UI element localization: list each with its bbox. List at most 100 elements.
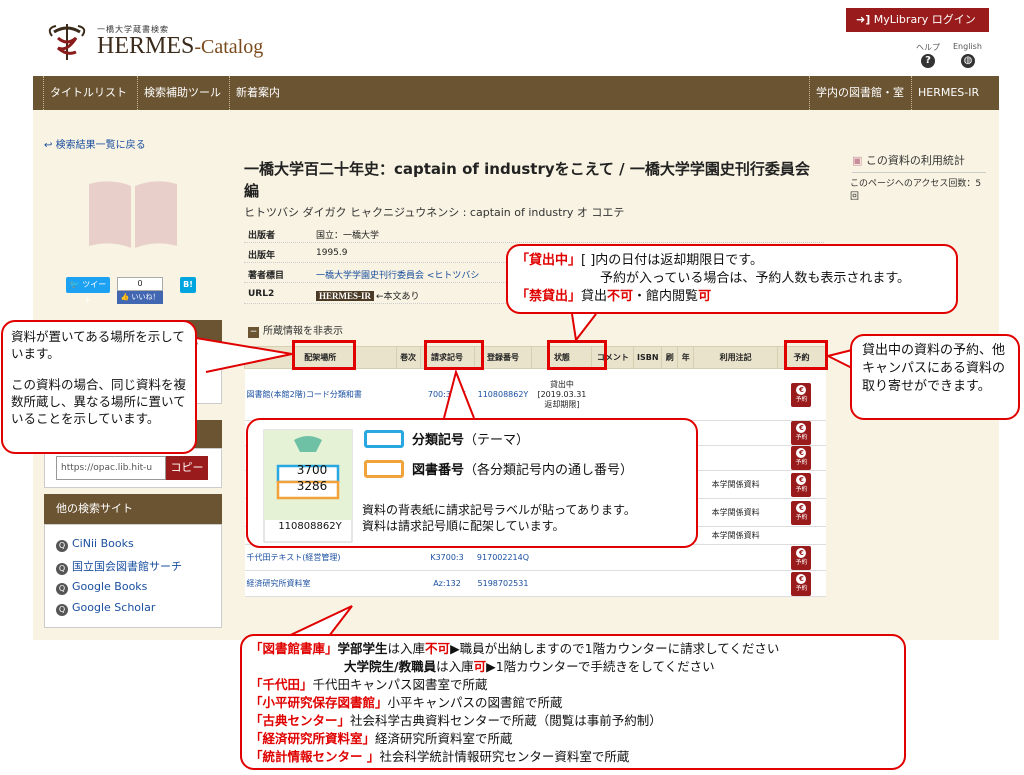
callout-location: 資料が置いてある場所を示しています。 この資料の場合、同じ資料を複数所蔵し、異な… <box>1 320 197 454</box>
cell-usage-note: 本学関係資料 <box>693 470 778 499</box>
cell-reserve: € 予約 <box>777 368 826 421</box>
cell-reserve <box>777 526 826 545</box>
thumbs-up-icon: 👍 <box>120 293 130 301</box>
mylibrary-login-button[interactable]: ➜] MyLibrary ログイン <box>846 8 989 32</box>
reserve-button[interactable]: € 予約 <box>791 545 812 570</box>
col-usage-note: 利用注記 <box>693 346 778 369</box>
cell-year <box>677 544 694 571</box>
cell-usage-note <box>693 570 778 597</box>
reserve-button[interactable]: € 予約 <box>791 446 812 470</box>
record-title-reading: ヒトツバシ ダイガク ヒャクニジュウネンシ : captain of indus… <box>244 206 625 219</box>
cell-usage-note <box>693 445 778 471</box>
other-sites-heading: 他の検索サイト <box>44 494 222 524</box>
cell-printing <box>661 368 678 421</box>
callout-reserve: 貸出中の資料の予約、他キャンパスにある資料の取り寄せができます。 <box>850 334 1020 420</box>
nav-hermes-ir[interactable]: HERMES-IR <box>911 76 985 110</box>
cell-call-number[interactable]: Az:132 <box>420 570 474 597</box>
reserve-button[interactable]: € 予約 <box>791 472 812 497</box>
cell-comment <box>591 544 634 571</box>
cell-location[interactable]: 図書館(本館2階)コード分類和書 <box>244 368 397 421</box>
hermes-ir-badge[interactable]: HERMES-IR <box>316 291 375 301</box>
globe-icon[interactable]: ◍ <box>961 54 975 68</box>
cell-reserve: € 予約 <box>777 570 826 597</box>
main-navigation: タイトルリスト 検索補助ツール 新着案内 学内の図書館・室 HERMES-IR <box>33 76 999 110</box>
permalink-url-field[interactable]: https://opac.lib.hit-u <box>56 456 166 480</box>
google-books-link[interactable]: Q Google Books <box>56 580 147 595</box>
cell-year <box>677 570 694 597</box>
like-count: 0 <box>117 277 163 291</box>
reserve-button[interactable]: € 予約 <box>791 571 812 596</box>
reserve-button[interactable]: € 予約 <box>791 421 812 445</box>
cell-location[interactable]: 千代田テキスト(経営管理) <box>244 544 397 571</box>
cell-usage-note: 本学関係資料 <box>693 498 778 527</box>
col-printing: 刷 <box>661 346 679 369</box>
table-row: 図書館(本館2階)コード分類和書 700:3286 110808862Y 貸出中 [2… <box>244 368 826 421</box>
english-link-label: English <box>953 42 982 51</box>
reserve-icon: € <box>796 384 807 395</box>
usage-stats-heading: ▣ この資料の利用統計 <box>852 152 986 173</box>
cell-usage-note <box>693 420 778 446</box>
nav-search-tools[interactable]: 検索補助ツール <box>137 76 227 110</box>
callout-status: 「貸出中」[ ]内の日付は返却期限日です。 予約が入っている場合は、予約人数も表… <box>506 244 958 314</box>
location-legend-line: 大学院生/教職員は入庫可▶1階カウンターで手続きをしてください <box>344 659 715 674</box>
twitter-icon: 🐦 <box>69 280 80 289</box>
cell-call-number[interactable]: 700:3286 <box>420 368 474 421</box>
col-volume: 巻次 <box>395 346 421 369</box>
cell-volume <box>396 368 421 421</box>
copy-url-button[interactable]: コピー <box>166 456 208 480</box>
cell-call-number[interactable]: K3700:3 <box>420 544 474 571</box>
reserve-button[interactable]: € 予約 <box>791 382 812 407</box>
cell-isbn <box>633 570 662 597</box>
search-icon: Q <box>56 540 68 552</box>
cell-usage-note <box>693 544 778 571</box>
cell-isbn <box>633 544 662 571</box>
google-scholar-link[interactable]: Q Google Scholar <box>56 601 155 616</box>
author-link[interactable]: 一橋大学学園史刊行委員会 <ヒトツバシ <box>316 268 479 281</box>
book-number-legend: 図書番号（各分類記号内の通し番号） <box>364 460 633 480</box>
col-year: 年 <box>677 346 695 369</box>
cell-printing <box>661 570 678 597</box>
callout-call-number: 3700 3286 110808862Y 分類記号（テーマ） 図書番号（各分類記… <box>246 418 698 548</box>
location-legend-line: 「統計情報センター 」社会科学統計情報研究センター資料室で所蔵 <box>250 749 630 764</box>
like-button[interactable]: 👍 いいね！ <box>117 291 163 304</box>
cell-reg-number[interactable]: 917002214Q <box>474 544 532 571</box>
logo-text[interactable]: HERMES-Catalog <box>97 33 263 60</box>
tweet-button[interactable]: 🐦 ツイート <box>66 277 110 305</box>
cell-comment <box>591 368 634 421</box>
cell-reserve: € 予約 <box>777 445 826 471</box>
nav-title-list[interactable]: タイトルリスト <box>43 76 133 110</box>
cell-reserve: € 予約 <box>777 544 826 571</box>
spine-book-number: 3286 <box>296 479 328 493</box>
cell-printing <box>661 544 678 571</box>
holdings-toggle[interactable]: − 所蔵情報を非表示 <box>248 322 343 338</box>
cell-usage-note: 本学関係資料 <box>693 526 778 545</box>
spine-note: 資料の背表紙に請求記号ラベルが貼ってあります。 資料は請求記号順に配架しています… <box>362 503 636 533</box>
cell-reserve: € 予約 <box>777 420 826 446</box>
cell-volume <box>396 544 421 571</box>
help-icon[interactable]: ? <box>921 54 935 68</box>
reserve-icon: € <box>796 474 807 485</box>
cell-reserve: € 予約 <box>777 498 826 527</box>
cell-status <box>531 544 592 571</box>
usage-stats-text: このページへのアクセス回数：5回 <box>850 179 982 202</box>
record-title: 一橋大学百二十年史：captain of industryをこえて / 一橋大学… <box>244 160 810 200</box>
spine-reg-number: 110808862Y <box>278 521 342 532</box>
cell-year <box>677 368 694 421</box>
cell-comment <box>591 570 634 597</box>
cell-reg-number[interactable]: 110808862Y <box>474 368 532 421</box>
ndl-search-link[interactable]: Q 国立国会図書館サーチ <box>56 558 182 575</box>
cell-reg-number[interactable]: 5198702531 <box>474 570 532 597</box>
meta-publisher-row: 出版者 国立：一橋大学 <box>244 224 824 243</box>
nav-libraries[interactable]: 学内の図書館・室 <box>809 76 910 110</box>
highlight-location-header <box>292 340 356 370</box>
cell-location[interactable]: 経済研究所資料室 <box>244 570 397 597</box>
back-arrow-icon: ↩ <box>44 140 53 151</box>
nav-new-arrivals[interactable]: 新着案内 <box>229 76 286 110</box>
reserve-icon: € <box>796 547 807 558</box>
hatena-bookmark-button[interactable]: B! <box>180 277 196 293</box>
cinii-books-link[interactable]: Q CiNii Books <box>56 537 134 552</box>
cell-volume <box>396 570 421 597</box>
reserve-button[interactable]: € 予約 <box>791 500 812 525</box>
table-row: 経済研究所資料室 Az:132 5198702531 € 予約 <box>244 570 826 597</box>
back-to-results-link[interactable]: ↩ 検索結果一覧に戻る <box>44 136 146 151</box>
